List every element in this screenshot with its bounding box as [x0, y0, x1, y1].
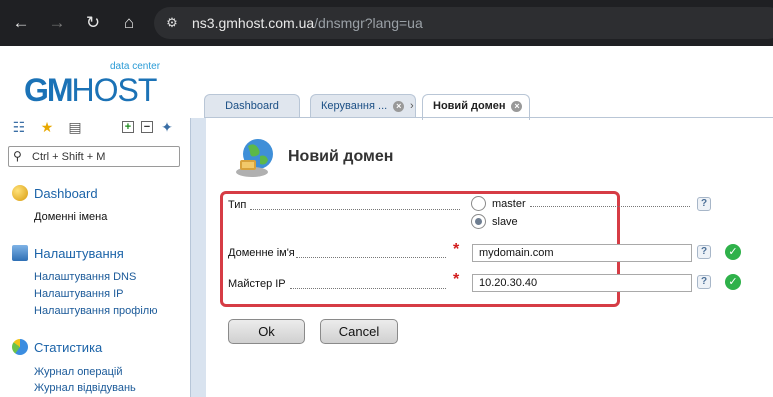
ok-button[interactable]: Ok: [228, 319, 305, 344]
domain-name-label: Доменне ім'я: [228, 247, 295, 259]
chevron-right-icon: ›: [410, 100, 414, 112]
master-ip-field[interactable]: 10.20.30.40: [472, 274, 692, 292]
star-icon[interactable]: ★: [38, 118, 56, 136]
collapse-icon[interactable]: −: [141, 121, 153, 133]
sidebar-section-statistics[interactable]: Статистика: [12, 339, 102, 355]
menu-search-input[interactable]: ⚲ Ctrl + Shift + M: [8, 146, 180, 167]
globe-icon: [232, 136, 276, 180]
radio-master[interactable]: [471, 196, 486, 211]
tab-management[interactable]: Керування ... ×: [310, 94, 416, 118]
page-title: Новий домен: [288, 148, 394, 165]
site-info-icon[interactable]: ⚙: [164, 15, 180, 31]
close-icon[interactable]: ×: [393, 101, 405, 112]
logo-tagline: data center: [110, 61, 161, 72]
sidebar-section-settings[interactable]: Налаштування: [12, 245, 124, 261]
dashboard-icon: [12, 185, 28, 201]
address-bar[interactable]: ⚙ ns3.gmhost.com.ua/dnsmgr?lang=ua: [154, 7, 773, 39]
search-placeholder: Ctrl + Shift + M: [32, 151, 106, 163]
sidebar: ☷ ★ ▤ + − ✦ ⚲ Ctrl + Shift + M Dashboard…: [0, 114, 190, 394]
required-icon: *: [453, 241, 460, 258]
statistics-icon: [12, 339, 28, 355]
sidebar-item-operations-log[interactable]: Журнал операцій: [34, 366, 123, 378]
sidebar-item-domain-names[interactable]: Доменні імена: [34, 211, 107, 223]
clipboard-icon[interactable]: ▤: [66, 118, 84, 136]
reload-icon[interactable]: ↻: [80, 10, 106, 36]
master-ip-label: Майстер IP: [228, 278, 286, 290]
valid-check-icon: ✓: [725, 244, 741, 260]
domain-name-field[interactable]: mydomain.com: [472, 244, 692, 262]
close-icon[interactable]: ×: [511, 101, 523, 112]
help-icon[interactable]: ?: [697, 197, 711, 211]
sidebar-item-profile-settings[interactable]: Налаштування профілю: [34, 305, 157, 317]
sidebar-toolbar: ☷ ★ ▤ + − ✦: [8, 118, 188, 138]
tree-view-icon[interactable]: ☷: [10, 118, 28, 136]
master-ip-leader: [290, 288, 446, 289]
tab-divider: [204, 117, 773, 118]
logo-brand: GMHOST: [24, 72, 157, 108]
pin-icon[interactable]: ✦: [158, 118, 176, 136]
sidebar-item-ip-settings[interactable]: Налаштування IP: [34, 288, 123, 300]
tab-bar: Dashboard Керування ... × › Новий домен ×: [204, 94, 773, 120]
settings-icon: [12, 245, 28, 261]
tab-dashboard[interactable]: Dashboard: [204, 94, 300, 118]
back-icon[interactable]: ←: [8, 10, 34, 36]
valid-check-icon: ✓: [725, 274, 741, 290]
forward-icon[interactable]: →: [44, 10, 70, 36]
type-leader: [250, 209, 460, 210]
required-icon: *: [453, 271, 460, 288]
radio-slave[interactable]: [471, 214, 486, 229]
home-icon[interactable]: ⌂: [116, 10, 142, 36]
sidebar-section-dashboard[interactable]: Dashboard: [12, 185, 98, 201]
sidebar-splitter[interactable]: [190, 118, 206, 397]
expand-icon[interactable]: +: [122, 121, 134, 133]
domain-leader: [296, 257, 446, 258]
help-icon[interactable]: ?: [697, 275, 711, 289]
type-label: Тип: [228, 199, 247, 211]
url-text: ns3.gmhost.com.ua/dnsmgr?lang=ua: [192, 15, 423, 31]
radio-master-label: master: [492, 198, 526, 210]
search-icon: ⚲: [13, 149, 22, 163]
type-leader-right: [530, 206, 690, 207]
help-icon[interactable]: ?: [697, 245, 711, 259]
sidebar-item-visits-log[interactable]: Журнал відвідувань: [34, 382, 136, 394]
cancel-button[interactable]: Cancel: [320, 319, 398, 344]
radio-slave-label: slave: [492, 216, 518, 228]
browser-toolbar: ← → ↻ ⌂ ⚙ ns3.gmhost.com.ua/dnsmgr?lang=…: [0, 0, 773, 46]
sidebar-item-dns-settings[interactable]: Налаштування DNS: [34, 271, 136, 283]
